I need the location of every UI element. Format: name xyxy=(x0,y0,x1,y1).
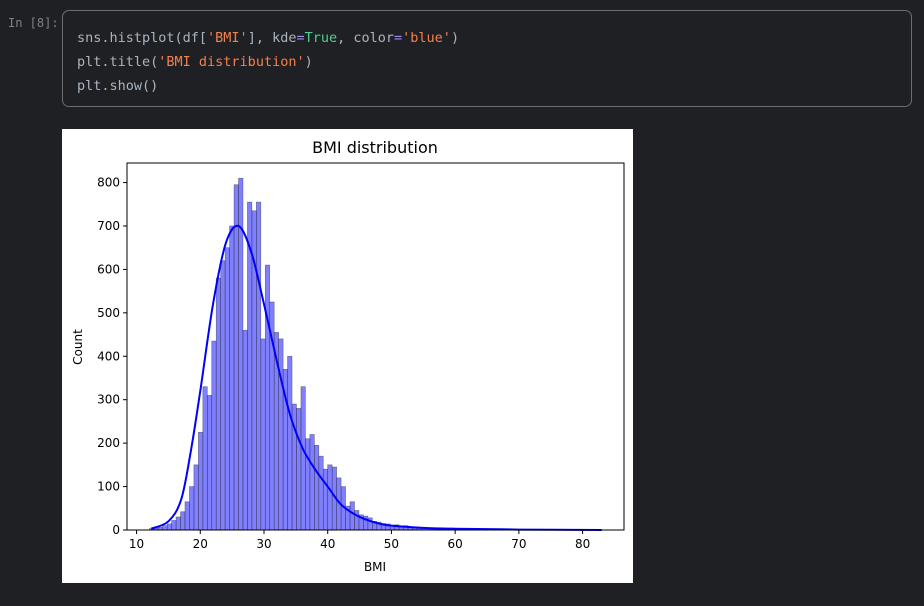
histogram-bar xyxy=(198,431,204,531)
histogram-bar xyxy=(260,338,266,531)
chart-output: BMI distribution 10 20 30 40 50 60 70 80 0 100 200… xyxy=(62,129,633,583)
histogram-bar xyxy=(175,516,181,531)
histogram-bar xyxy=(206,395,213,531)
histogram-bar xyxy=(224,247,230,531)
histogram-bar xyxy=(305,438,311,531)
y-tick-label: 400 xyxy=(97,349,120,363)
histogram-chart: BMI distribution 10 20 30 40 50 60 70 800100200… xyxy=(71,138,625,574)
cell-prompt: In [8]: xyxy=(8,16,59,30)
y-tick-label: 500 xyxy=(97,306,120,320)
x-tick-label: 20 xyxy=(193,537,208,551)
y-tick-label: 700 xyxy=(97,219,120,233)
histogram-bar xyxy=(211,340,217,531)
x-tick-label: 50 xyxy=(384,537,399,551)
x-tick-label: 10 xyxy=(129,537,144,551)
histogram-bar xyxy=(322,468,329,531)
histogram-bar xyxy=(233,184,239,531)
code-line-3: plt.show() xyxy=(77,78,159,94)
y-tick-label: 300 xyxy=(97,393,120,407)
x-tick-label: 80 xyxy=(575,537,590,551)
histogram-bar xyxy=(309,434,315,531)
histogram-bar xyxy=(220,260,226,531)
histogram-bar xyxy=(242,329,248,531)
histogram-bar xyxy=(314,445,320,531)
histogram-bar xyxy=(318,455,324,531)
histogram-bar xyxy=(349,501,355,531)
histogram-bar xyxy=(354,510,360,531)
x-tick-label: 60 xyxy=(448,537,463,551)
histogram-bar xyxy=(215,277,221,531)
histogram-bar xyxy=(171,520,177,531)
histogram-bar xyxy=(327,464,333,531)
histogram-bar xyxy=(229,225,235,531)
histogram-bar xyxy=(180,511,186,531)
x-tick-label: 40 xyxy=(320,537,335,551)
x-axis-label: BMI xyxy=(364,560,386,574)
code-line-1: sns.histplot(df['BMI'], kde=True, color=… xyxy=(77,30,460,46)
histogram-bar xyxy=(202,386,208,531)
histogram-bar xyxy=(256,201,262,531)
y-axis-label: Count xyxy=(71,329,85,365)
histogram-bar xyxy=(184,501,190,531)
histogram-bar xyxy=(296,408,302,531)
x-tick-label: 30 xyxy=(256,537,271,551)
x-tick-label: 70 xyxy=(511,537,526,551)
histogram-bar xyxy=(264,264,271,531)
histogram-bar xyxy=(166,523,172,531)
chart-title: BMI distribution xyxy=(312,138,438,157)
y-tick-label: 200 xyxy=(97,436,120,450)
histogram-bar xyxy=(287,355,293,531)
histogram-bar xyxy=(193,464,199,531)
y-tick-label: 0 xyxy=(112,523,120,537)
histogram-bar xyxy=(300,386,306,531)
code-line-2: plt.title('BMI distribution') xyxy=(77,54,313,70)
code-cell[interactable]: sns.histplot(df['BMI'], kde=True, color=… xyxy=(62,10,912,107)
y-tick-label: 800 xyxy=(97,176,120,190)
y-tick-label: 100 xyxy=(97,480,120,494)
histogram-bar xyxy=(162,525,168,531)
y-tick-label: 600 xyxy=(97,262,120,276)
histogram-bar xyxy=(189,486,195,531)
